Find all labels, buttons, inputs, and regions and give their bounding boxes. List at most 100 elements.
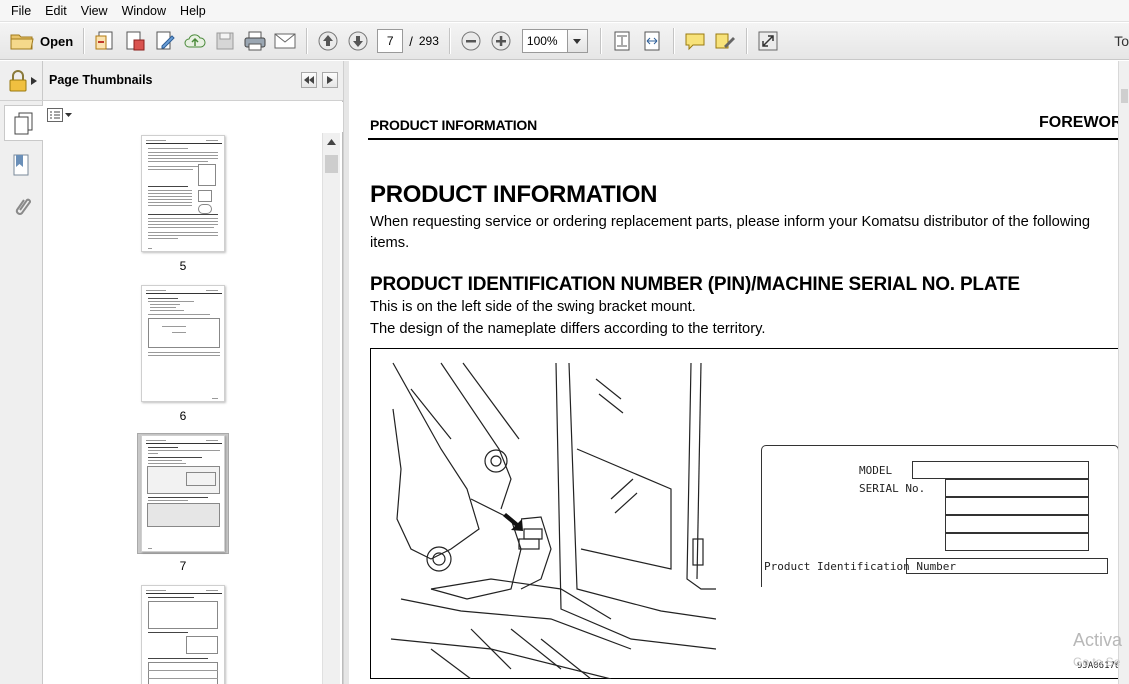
folder-icon — [10, 34, 34, 50]
double-chevron-left-icon — [304, 76, 314, 84]
envelope-icon — [274, 33, 296, 49]
paragraph-line: This is on the left side of the swing br… — [370, 299, 696, 315]
cloud-upload-icon — [184, 34, 206, 48]
activation-watermark: Activa — [1073, 630, 1123, 650]
paperclip-icon — [15, 198, 31, 215]
thumbnail-page-6[interactable] — [141, 285, 225, 402]
thumbnail-list: 5 6 7 — [47, 133, 323, 684]
page-separator: / — [409, 33, 413, 49]
print-button[interactable] — [240, 26, 270, 56]
fit-page-button[interactable] — [607, 26, 637, 56]
arrow-down-circle-icon — [348, 31, 368, 51]
paragraph-line: items. — [370, 235, 410, 251]
plate-field — [945, 497, 1089, 515]
section-heading: PRODUCT INFORMATION — [370, 181, 658, 208]
expand-panel-button[interactable] — [322, 72, 338, 88]
zoom-dropdown-button[interactable] — [567, 29, 588, 53]
plate-model-field — [912, 461, 1089, 479]
pages-icon — [14, 112, 33, 135]
thumbnail-page-7[interactable] — [141, 435, 225, 552]
document-scrollbar[interactable] — [1118, 61, 1129, 684]
page-header-left: PRODUCT INFORMATION — [370, 117, 538, 133]
collapse-panel-button[interactable] — [301, 72, 317, 88]
chevron-right-icon — [30, 76, 37, 85]
create-pdf-icon — [95, 31, 113, 50]
security-lock-button[interactable] — [0, 61, 43, 101]
toolbar-separator — [306, 28, 308, 54]
highlighter-icon — [715, 33, 735, 49]
header-rule — [368, 138, 1118, 140]
save-button[interactable] — [210, 26, 240, 56]
menu-file[interactable]: File — [4, 0, 38, 22]
next-page-button[interactable] — [343, 26, 373, 56]
page-header-right: FOREWORD — [1039, 114, 1129, 131]
save-disk-icon — [216, 32, 234, 50]
speech-bubble-icon — [685, 33, 705, 51]
arrow-up-circle-icon — [318, 31, 338, 51]
chevron-right-icon — [327, 76, 333, 84]
options-list-icon — [47, 108, 63, 122]
zoom-out-icon — [461, 31, 481, 51]
attachments-tab[interactable] — [4, 189, 38, 225]
comment-button[interactable] — [680, 26, 710, 56]
thumbnail-label: 6 — [179, 409, 187, 423]
menu-window[interactable]: Window — [115, 0, 173, 22]
email-button[interactable] — [270, 26, 300, 56]
thumbnail-scrollbar[interactable] — [322, 133, 340, 684]
highlight-button[interactable] — [710, 26, 740, 56]
panel-title: Page Thumbnails — [49, 73, 153, 87]
plate-serial-label: SERIAL No. — [859, 482, 926, 495]
open-label: Open — [40, 33, 74, 49]
thumbnail-label: 7 — [179, 559, 187, 573]
excavator-drawing — [390, 362, 716, 679]
zoom-out-button[interactable] — [456, 26, 486, 56]
activation-watermark-subtext: Go to Se — [1073, 655, 1121, 669]
total-pages: 293 — [418, 34, 439, 48]
plate-serial-field — [945, 479, 1089, 497]
serial-plate: MODEL SERIAL No. Product Identification … — [761, 445, 1119, 587]
pdf-page: PRODUCT INFORMATION FOREWORD PRODUCT INF… — [349, 61, 1129, 684]
zoom-in-icon — [491, 31, 511, 51]
menu-edit[interactable]: Edit — [38, 0, 74, 22]
chevron-up-icon — [327, 139, 336, 145]
toolbar-separator — [83, 28, 85, 54]
page-thumbnails-tab[interactable] — [4, 105, 43, 141]
toolbar-separator — [599, 28, 601, 54]
fit-width-button[interactable] — [637, 26, 667, 56]
lock-icon — [9, 69, 26, 91]
zoom-level-input[interactable]: 100% — [521, 29, 568, 53]
scrollbar-thumb[interactable] — [325, 155, 338, 173]
bookmarks-tab[interactable] — [4, 147, 38, 183]
edit-pen-icon — [156, 31, 175, 50]
open-button[interactable]: Open — [6, 26, 77, 56]
export-pdf-button[interactable] — [120, 26, 150, 56]
plate-field — [945, 515, 1089, 533]
toolbar-separator — [745, 28, 747, 54]
full-screen-button[interactable] — [753, 26, 783, 56]
thumbnail-page-8[interactable] — [141, 585, 225, 684]
paragraph-line: The design of the nameplate differs acco… — [370, 321, 766, 337]
paragraph-line: When requesting service or ordering repl… — [370, 214, 1091, 230]
upload-cloud-button[interactable] — [180, 26, 210, 56]
tools-button[interactable]: To — [1114, 33, 1129, 49]
menu-view[interactable]: View — [74, 0, 115, 22]
document-view: PRODUCT INFORMATION FOREWORD PRODUCT INF… — [349, 61, 1129, 684]
thumbnail-label: 5 — [179, 259, 187, 273]
create-pdf-button[interactable] — [90, 26, 120, 56]
previous-page-button[interactable] — [313, 26, 343, 56]
thumbnail-page-5[interactable] — [141, 135, 225, 252]
plate-model-label: MODEL — [859, 464, 893, 477]
zoom-in-button[interactable] — [486, 26, 516, 56]
menu-help[interactable]: Help — [173, 0, 213, 22]
nameplate-figure: MODEL SERIAL No. Product Identification … — [370, 348, 1129, 679]
thumbnail-options-button[interactable] — [47, 108, 72, 122]
menu-bar: File Edit View Window Help — [0, 0, 1129, 22]
scroll-up-button[interactable] — [323, 133, 340, 151]
edit-pdf-button[interactable] — [150, 26, 180, 56]
page-number-input[interactable]: 7 — [377, 29, 404, 53]
thumbnail-options — [43, 102, 343, 132]
fit-page-icon — [614, 31, 630, 51]
scrollbar-thumb[interactable] — [1121, 89, 1128, 103]
export-pdf-icon — [126, 31, 145, 51]
toolbar: Open 7 / 293 100% To — [0, 23, 1129, 60]
